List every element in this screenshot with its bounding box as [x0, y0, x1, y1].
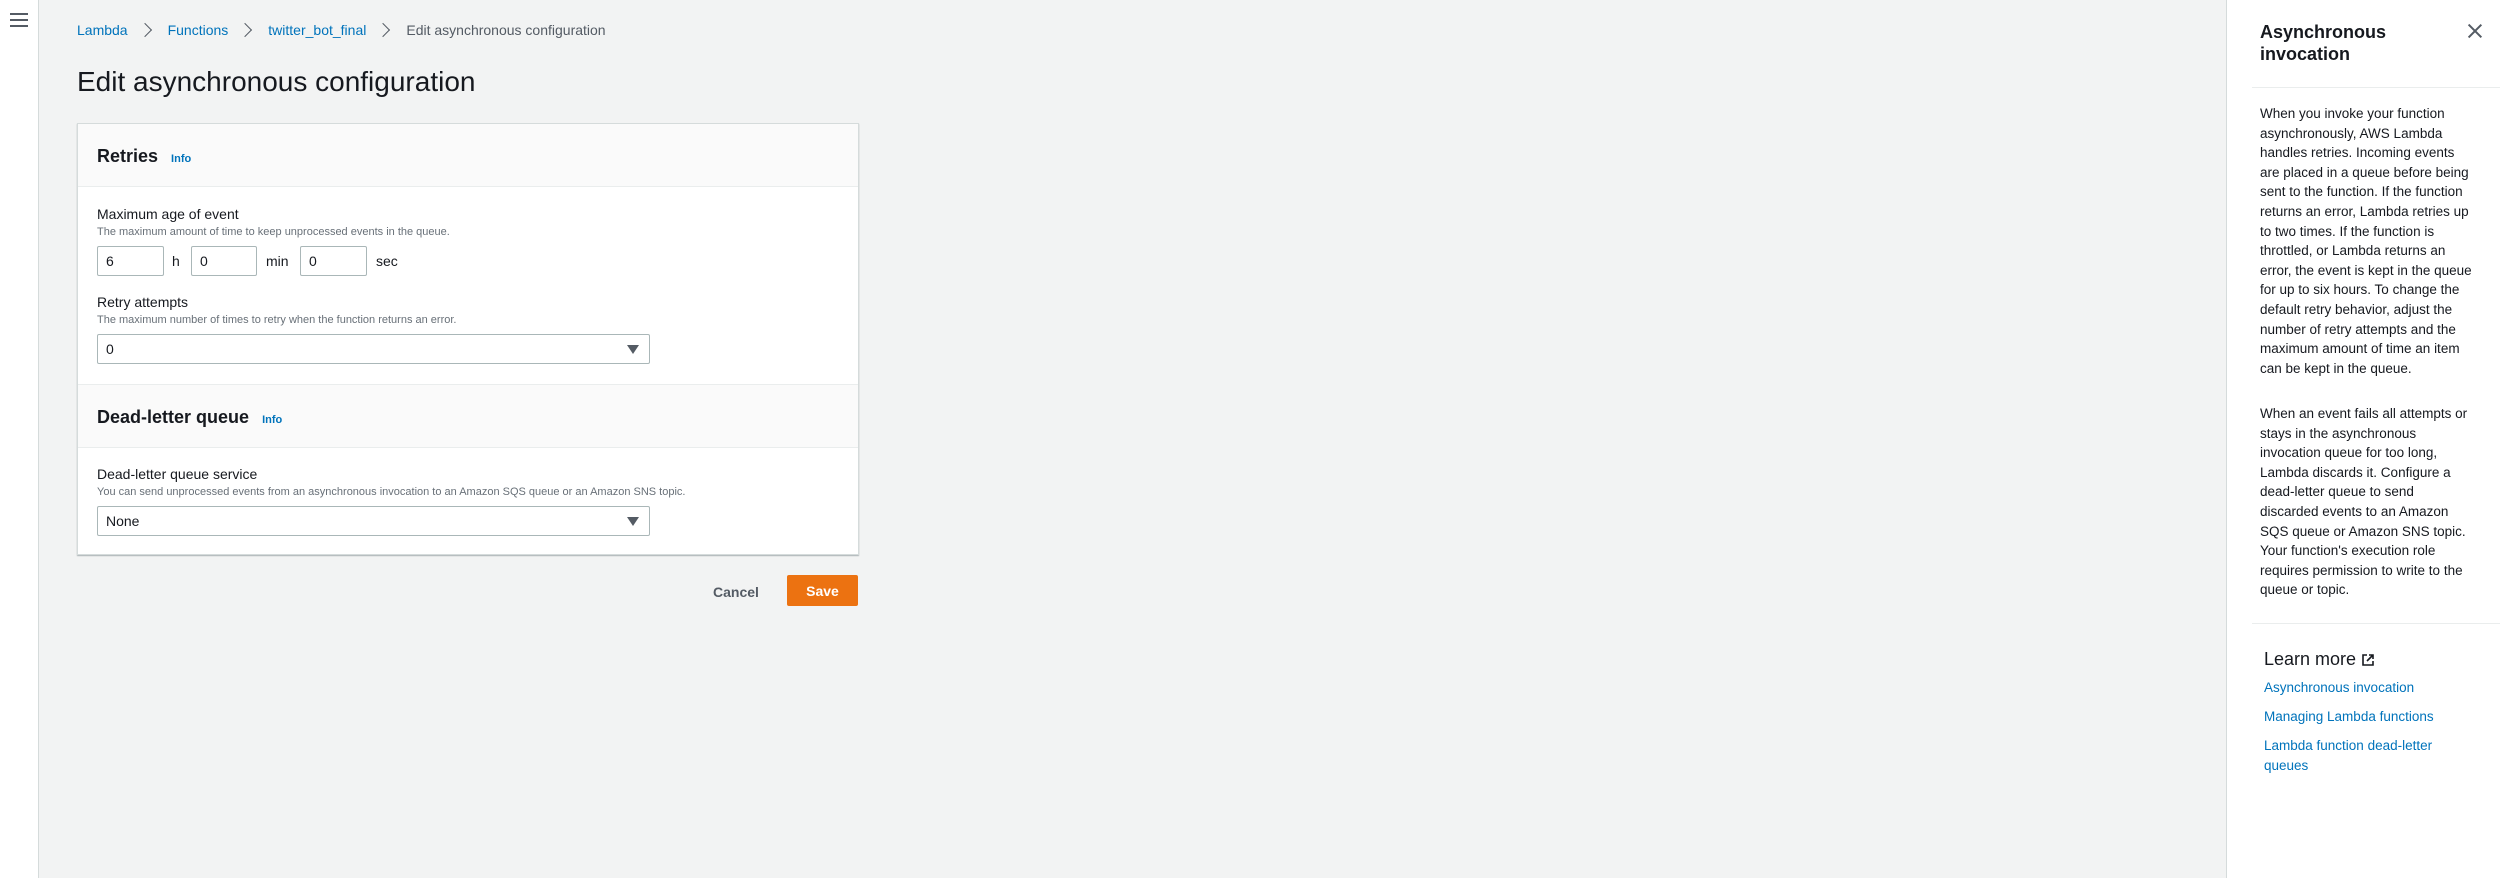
dlq-info-link[interactable]: Info — [262, 414, 282, 426]
help-divider — [2252, 87, 2500, 88]
max-age-minutes-input[interactable] — [191, 246, 257, 276]
save-button[interactable]: Save — [787, 575, 858, 606]
dlq-section-header: Dead-letter queue Info — [78, 384, 858, 448]
max-age-seconds-input[interactable] — [300, 246, 367, 276]
retry-attempts-select[interactable]: 0 — [97, 334, 650, 364]
max-age-label: Maximum age of event — [97, 206, 239, 222]
max-age-hours-input[interactable] — [97, 246, 164, 276]
learn-more-label: Learn more — [2264, 649, 2357, 669]
page-title: Edit asynchronous configuration — [77, 66, 476, 97]
main-content: Lambda Functions twitter_bot_final Edit … — [38, 0, 2226, 878]
left-navigation-rail — [0, 0, 39, 878]
chevron-right-icon — [376, 22, 391, 38]
help-paragraph-2: When an event fails all attempts or stay… — [2260, 406, 2468, 598]
close-icon[interactable] — [2467, 23, 2483, 39]
breadcrumb-functions[interactable]: Functions — [168, 22, 229, 38]
help-link-async-invocation[interactable]: Asynchronous invocation — [2264, 678, 2464, 698]
learn-more-heading: Learn more — [2264, 649, 2374, 670]
async-config-panel: Retries Info Maximum age of event The ma… — [77, 123, 859, 555]
cancel-button[interactable]: Cancel — [713, 584, 759, 600]
help-title: Asynchronous invocation — [2260, 22, 2387, 64]
dlq-title: Dead-letter queue — [97, 407, 250, 427]
help-link-dead-letter-queues[interactable]: Lambda function dead-letter queues — [2264, 736, 2464, 775]
external-link-icon — [2362, 653, 2374, 666]
breadcrumb-current: Edit asynchronous configuration — [406, 22, 606, 38]
dlq-service-select[interactable]: None — [97, 506, 650, 536]
hours-unit: h — [172, 253, 180, 269]
seconds-unit: sec — [376, 253, 398, 269]
dlq-service-description: You can send unprocessed events from an … — [97, 486, 686, 498]
retries-title: Retries — [97, 146, 159, 166]
breadcrumb-function-name[interactable]: twitter_bot_final — [268, 22, 366, 38]
chevron-right-icon — [137, 22, 152, 38]
breadcrumb-lambda[interactable]: Lambda — [77, 22, 128, 38]
retry-attempts-label: Retry attempts — [97, 294, 189, 310]
caret-down-icon — [627, 345, 639, 354]
retry-attempts-value: 0 — [106, 341, 114, 357]
help-panel: Asynchronous invocation When you invoke … — [2226, 0, 2500, 878]
hamburger-menu-icon[interactable] — [10, 13, 28, 29]
dlq-service-value: None — [106, 513, 140, 529]
retry-attempts-description: The maximum number of times to retry whe… — [97, 314, 457, 326]
max-age-description: The maximum amount of time to keep unpro… — [97, 226, 450, 238]
retries-section-header: Retries Info — [78, 124, 858, 187]
dlq-service-label: Dead-letter queue service — [97, 466, 258, 482]
caret-down-icon — [627, 517, 639, 526]
minutes-unit: min — [266, 253, 289, 269]
help-link-managing-functions[interactable]: Managing Lambda functions — [2264, 707, 2464, 727]
help-divider — [2252, 623, 2500, 624]
chevron-right-icon — [238, 22, 253, 38]
retries-info-link[interactable]: Info — [171, 153, 191, 165]
breadcrumb: Lambda Functions twitter_bot_final Edit … — [77, 22, 606, 38]
help-paragraph-1: When you invoke your function asynchrono… — [2260, 106, 2472, 376]
